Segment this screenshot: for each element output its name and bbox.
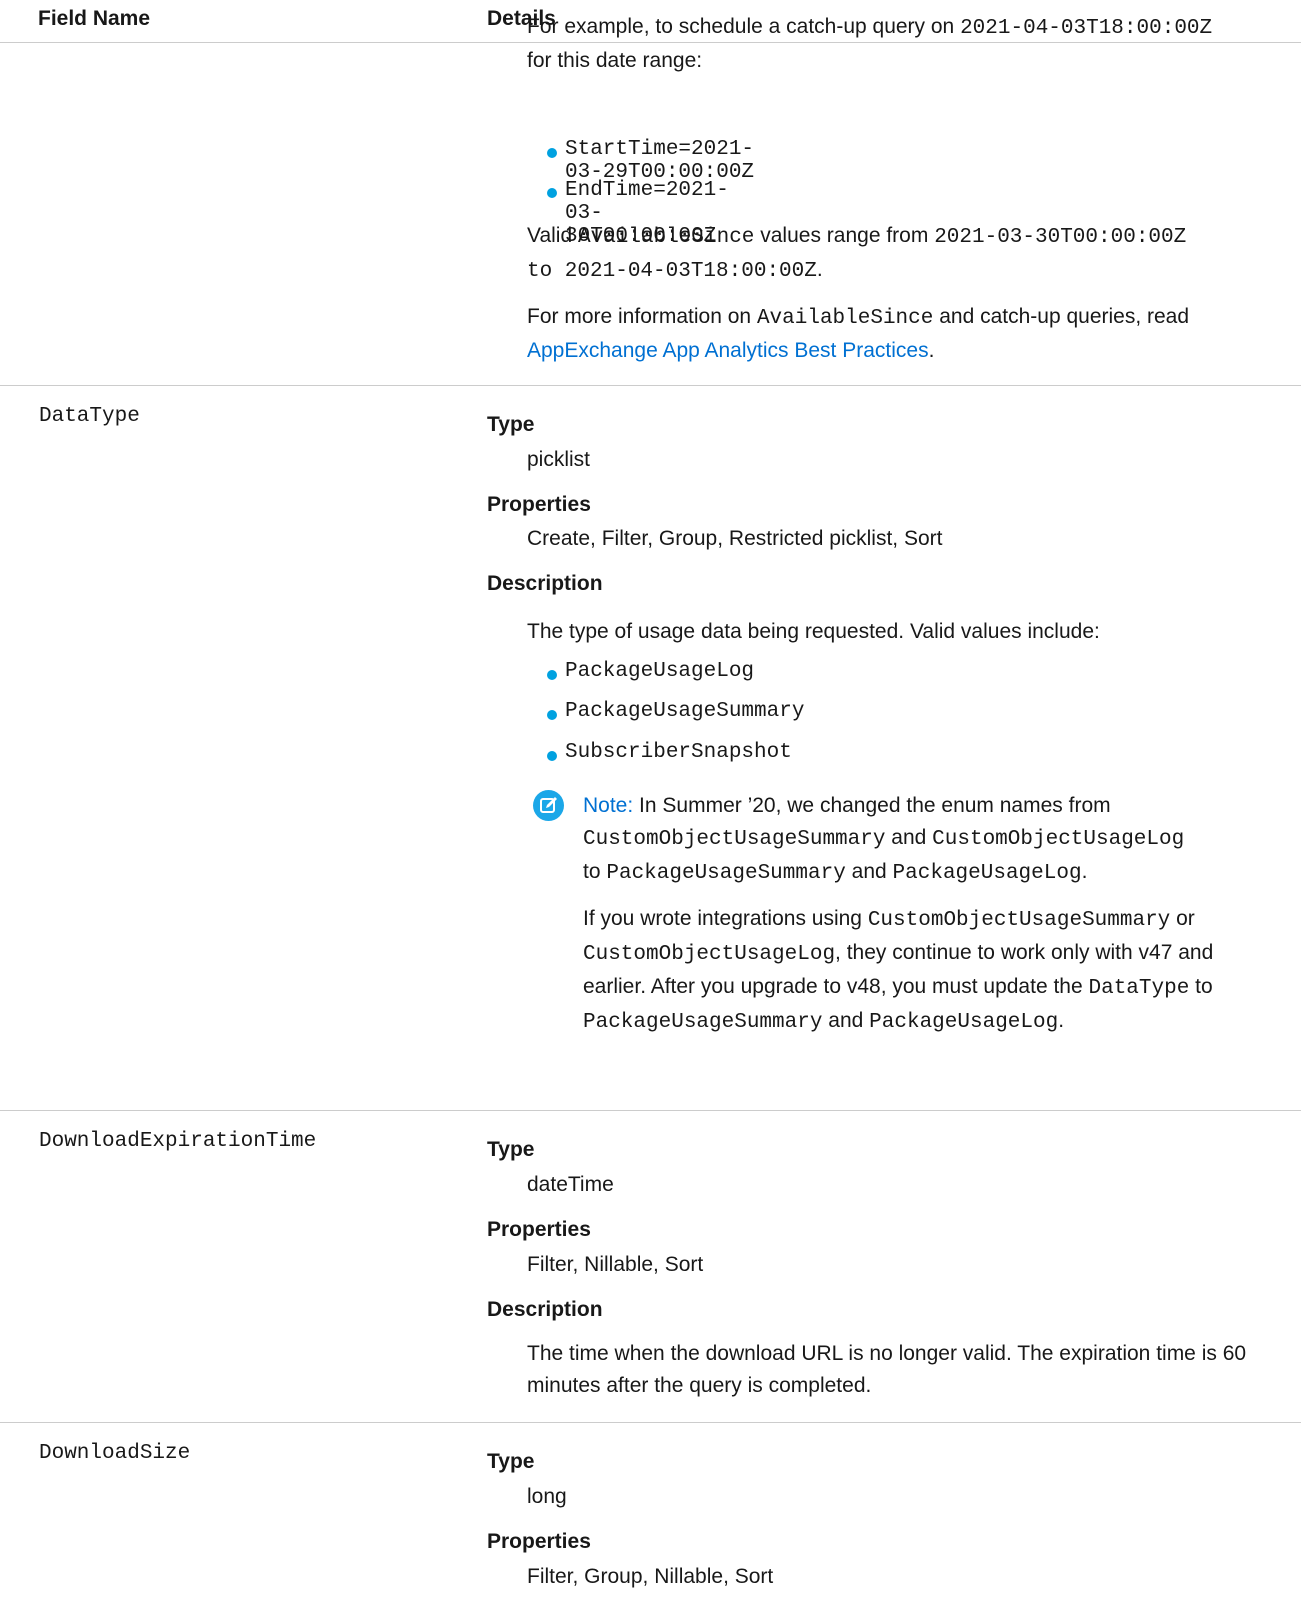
text: .: [1081, 860, 1088, 883]
code: CustomObjectUsageSummary: [867, 909, 1171, 932]
row-divider: [0, 385, 1301, 386]
type-label: Type: [487, 1138, 535, 1161]
example-intro-post: for this date range:: [527, 49, 703, 72]
description-text: The time when the download URL is no lon…: [527, 1338, 1267, 1402]
example-date-code: 2021-04-03T18:00:00Z: [960, 17, 1213, 40]
code: DataType: [1088, 977, 1190, 1000]
type-label: Type: [487, 413, 535, 436]
text: minutes after the query is completed.: [527, 1374, 872, 1397]
list-item: PackageUsageSummary: [565, 700, 805, 723]
available-since-code: AvailableSince: [756, 307, 934, 330]
properties-value: Filter, Group, Nillable, Sort: [527, 1565, 774, 1588]
description-label: Description: [487, 1298, 603, 1321]
code: PackageUsageLog: [892, 862, 1082, 885]
best-practices-link[interactable]: AppExchange App Analytics Best Practices: [527, 339, 929, 362]
code: PackageUsageLog: [869, 1011, 1059, 1034]
example-intro-text: For example, to schedule a catch-up quer…: [527, 15, 961, 38]
type-value: long: [527, 1485, 567, 1508]
description-text: The type of usage data being requested. …: [527, 620, 1100, 643]
code: PackageUsageSummary: [583, 1011, 823, 1034]
properties-value: Filter, Nillable, Sort: [527, 1253, 704, 1276]
text: and catch-up queries, read: [933, 305, 1190, 328]
list-item: PackageUsageLog: [565, 660, 755, 683]
text: or: [1170, 907, 1195, 930]
note-block: Note: In Summer ’20, we changed the enum…: [583, 790, 1273, 1039]
valid-range-paragraph: Valid AvailableSince values range from 2…: [527, 220, 1267, 288]
note-label: Note:: [583, 794, 634, 817]
more-info-paragraph: For more information on AvailableSince a…: [527, 301, 1267, 367]
code: CustomObjectUsageSummary: [583, 828, 886, 851]
properties-label: Properties: [487, 1218, 591, 1241]
text: Valid: [527, 224, 578, 247]
text: In Summer ’20, we changed the enum names…: [639, 794, 1111, 817]
code: PackageUsageSummary: [606, 862, 846, 885]
list-item: SubscriberSnapshot: [565, 741, 792, 764]
type-value: dateTime: [527, 1173, 614, 1196]
type-value: picklist: [527, 448, 591, 471]
field-name-column-header: Field Name: [38, 7, 151, 30]
text: to: [583, 860, 607, 883]
list-item: StartTime=2021-03-29T00:00:00Z: [565, 138, 755, 184]
type-label: Type: [487, 1450, 535, 1473]
text: to: [1189, 975, 1213, 998]
text: For more information on: [527, 305, 757, 328]
text: earlier. After you upgrade to v48, you m…: [583, 975, 1089, 998]
code: CustomObjectUsageLog: [932, 828, 1185, 851]
properties-label: Properties: [487, 1530, 591, 1553]
text: .: [928, 339, 935, 362]
bullet-dot: [547, 710, 557, 720]
code: CustomObjectUsageLog: [583, 943, 836, 966]
properties-label: Properties: [487, 493, 591, 516]
properties-value: Create, Filter, Group, Restricted pickli…: [527, 527, 943, 550]
bullet-dot: [547, 188, 557, 198]
available-since-code: AvailableSince: [577, 226, 755, 249]
text: .: [816, 258, 823, 281]
text: and: [845, 860, 893, 883]
example-intro: For example, to schedule a catch-up quer…: [527, 11, 1267, 77]
field-name-datatype: DataType: [39, 405, 140, 428]
text: and: [885, 826, 933, 849]
note-edit-icon: [533, 790, 564, 821]
valid-from-code: 2021-03-30T00:00:00Z: [934, 226, 1187, 249]
bullet-dot: [547, 670, 557, 680]
text: values range from: [754, 224, 935, 247]
text: .: [1058, 1009, 1065, 1032]
description-label: Description: [487, 572, 603, 595]
field-name-downloadsize: DownloadSize: [39, 1442, 191, 1465]
valid-to-code: to 2021-04-03T18:00:00Z: [527, 260, 817, 283]
row-divider: [0, 1110, 1301, 1111]
row-divider: [0, 1422, 1301, 1423]
bullet-dot: [547, 751, 557, 761]
text: , they continue to work only with v47 an…: [835, 941, 1214, 964]
text: and: [822, 1009, 870, 1032]
text: If you wrote integrations using: [583, 907, 868, 930]
field-name-downloadexpirationtime: DownloadExpirationTime: [39, 1130, 317, 1153]
text: The time when the download URL is no lon…: [527, 1342, 1247, 1365]
bullet-dot: [547, 148, 557, 158]
